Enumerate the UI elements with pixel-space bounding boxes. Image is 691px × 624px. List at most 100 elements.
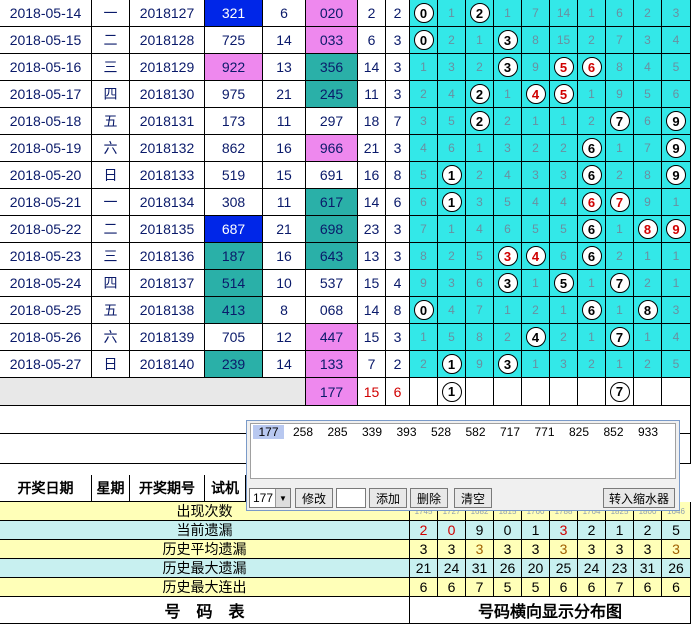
omit-value: 1 — [644, 249, 651, 263]
list-item[interactable]: 771 — [529, 425, 560, 439]
list-item[interactable]: 393 — [391, 425, 422, 439]
omit-value: 5 — [420, 168, 427, 182]
dist-cell-5: 3 — [550, 162, 578, 189]
list-item[interactable]: 528 — [426, 425, 457, 439]
omit-value: 1 — [672, 195, 680, 209]
number-ball: 6 — [581, 165, 602, 185]
combo-value: 177 — [253, 491, 274, 505]
omit-value: 1 — [448, 6, 455, 20]
omit-value: 1 — [588, 6, 595, 20]
number-ball: 3 — [497, 30, 518, 50]
dist-cell-2: 4 — [466, 216, 494, 243]
stat-value: 5 — [494, 578, 522, 597]
omit-value: 2 — [616, 168, 623, 182]
dist-cell-8: 4 — [634, 54, 662, 81]
dist-cell-3: 1 — [494, 297, 522, 324]
omit-value: 6 — [420, 195, 427, 209]
number-ball: 0 — [413, 30, 434, 50]
open-cell: 447 — [306, 324, 358, 351]
omit-value: 8 — [420, 249, 427, 263]
omit-value: 2 — [644, 357, 651, 371]
sum2-cell: 2 — [386, 0, 410, 27]
list-item[interactable]: 933 — [633, 425, 664, 439]
weekday-cell: 六 — [92, 324, 130, 351]
date-cell: 2018-05-17 — [0, 81, 92, 108]
transfer-button[interactable]: 转入缩水器 — [603, 488, 675, 508]
sum-cell: 14 — [358, 189, 386, 216]
number-ball: 6 — [581, 219, 602, 239]
span-cell: 11 — [263, 189, 306, 216]
pred-dist-1: 1 — [438, 378, 466, 406]
span-cell: 15 — [263, 162, 306, 189]
span-cell: 21 — [263, 81, 306, 108]
omit-value: 6 — [504, 222, 511, 236]
list-item[interactable]: 717 — [495, 425, 526, 439]
omit-value: 2 — [504, 114, 511, 128]
delete-button[interactable]: 删除 — [410, 488, 448, 508]
number-ball: 9 — [666, 138, 686, 158]
omit-value: 2 — [560, 141, 567, 155]
number-ball: 7 — [609, 273, 630, 293]
list-item[interactable]: 285 — [322, 425, 353, 439]
number-ball: 0 — [413, 3, 434, 23]
issue-cell: 2018128 — [130, 27, 205, 54]
stat-value: 6 — [550, 578, 578, 597]
omit-value: 5 — [672, 60, 680, 74]
pred-dist-4 — [522, 378, 550, 406]
dist-cell-9: 9 — [662, 162, 691, 189]
dist-cell-2: 1 — [466, 27, 494, 54]
omit-value: 7 — [616, 33, 623, 47]
omit-value: 4 — [448, 303, 455, 317]
omit-value: 8 — [644, 168, 651, 182]
dist-cell-3: 6 — [494, 216, 522, 243]
open-cell: 297 — [306, 108, 358, 135]
dist-cell-7: 2 — [606, 162, 634, 189]
list-item[interactable]: 177 — [253, 425, 284, 439]
issue-cell: 2018134 — [130, 189, 205, 216]
dist-cell-4: 4 — [522, 243, 550, 270]
dist-cell-0: 0 — [410, 0, 438, 27]
number-list[interactable]: 177 258 285 339 393 528 582 717 771 825 852 933 — [250, 423, 676, 479]
sum-cell: 18 — [358, 108, 386, 135]
weekday-cell: 四 — [92, 81, 130, 108]
list-item[interactable]: 339 — [357, 425, 388, 439]
dist-cell-6: 2 — [578, 108, 606, 135]
dist-cell-2: 5 — [466, 243, 494, 270]
modify-button[interactable]: 修改 — [295, 488, 333, 508]
stat-value: 3 — [466, 540, 494, 559]
stat-label-3: 历史最大遗漏 — [0, 559, 410, 578]
dist-cell-1: 3 — [438, 270, 466, 297]
dist-cell-5: 14 — [550, 0, 578, 27]
open-cell: 133 — [306, 351, 358, 378]
omit-value: 3 — [560, 168, 567, 182]
dist-cell-5: 4 — [550, 189, 578, 216]
dist-cell-6: 1 — [578, 324, 606, 351]
clear-button[interactable]: 清空 — [454, 488, 492, 508]
list-item[interactable]: 582 — [460, 425, 491, 439]
number-filter-panel[interactable]: 177 258 285 339 393 528 582 717 771 825 852 933 177… — [246, 420, 680, 511]
dist-cell-0: 3 — [410, 108, 438, 135]
issue-cell: 2018129 — [130, 54, 205, 81]
number-edit-field[interactable] — [336, 488, 366, 508]
sum-cell: 15 — [358, 270, 386, 297]
number-ball: 1 — [441, 354, 462, 374]
dist-cell-6: 6 — [578, 297, 606, 324]
number-ball: 2 — [469, 111, 490, 131]
dist-cell-9: 6 — [662, 81, 691, 108]
sum-cell: 7 — [358, 351, 386, 378]
trial-cell: 239 — [205, 351, 263, 378]
add-button[interactable]: 添加 — [369, 488, 407, 508]
dist-cell-7: 1 — [606, 297, 634, 324]
dist-cell-8: 7 — [634, 135, 662, 162]
list-item[interactable]: 825 — [564, 425, 595, 439]
dist-cell-3: 3 — [494, 243, 522, 270]
number-combo[interactable]: 177 ▼ — [249, 488, 291, 508]
dist-cell-9: 1 — [662, 189, 691, 216]
stat-value: 1 — [606, 521, 634, 540]
dist-cell-5: 15 — [550, 27, 578, 54]
chevron-down-icon[interactable]: ▼ — [275, 489, 290, 507]
dist-cell-0: 9 — [410, 270, 438, 297]
list-item[interactable]: 852 — [598, 425, 629, 439]
dist-cell-5: 1 — [550, 108, 578, 135]
list-item[interactable]: 258 — [288, 425, 319, 439]
